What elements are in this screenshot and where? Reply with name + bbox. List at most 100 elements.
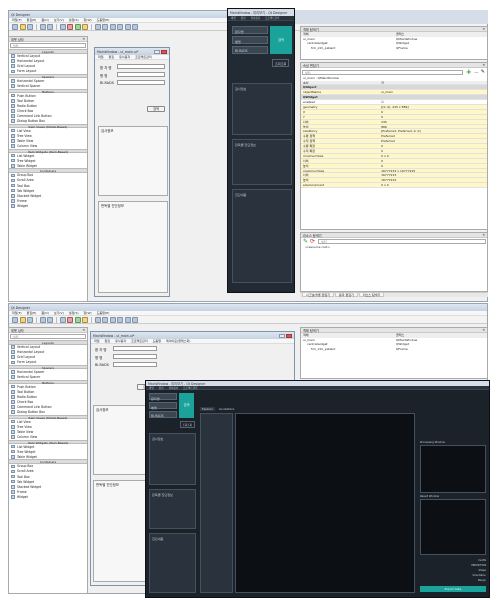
menu-item[interactable]: 레이아웃(클래스화) [166,339,190,343]
preview-window-top[interactable]: MainWindow - 미리보기 - Qt Designer 파일 편집 유사용자… [227,8,295,293]
birads-input[interactable] [113,362,157,367]
lookup-button[interactable]: 조회조회 [272,59,290,67]
tab-annotations[interactable]: Annotations [217,407,237,411]
new-file-icon[interactable] [12,316,18,323]
form-window-top[interactable]: MainWindow - ui_main.ui* 파일 편집 유사용자 프로젝트관리 … [94,47,170,297]
menu-item[interactable]: 편집 [109,55,115,59]
menu-item[interactable]: 편집 [241,16,246,20]
layout-vertical-icon[interactable] [102,23,108,30]
menu-item[interactable]: 유사용자 [119,55,130,59]
close-button[interactable] [286,333,292,338]
widget-filter-input[interactable]: 필터 [10,43,86,48]
menu-item[interactable]: 설정(S) [69,18,79,22]
menu-item[interactable]: 편집(E) [27,311,37,315]
menu-item[interactable]: 설정(S) [69,311,79,315]
menu-item[interactable]: 폼(O) [41,18,48,22]
lookup-button[interactable]: 조회조회 [180,421,195,428]
birads-field[interactable]: BI-RADS [149,411,177,418]
property-filter-input[interactable]: 필터 [302,69,463,75]
layout-form-icon[interactable] [117,316,123,323]
widget-filter-input[interactable]: 필터 [10,334,86,339]
property-value[interactable]: [(0, 0), 245 x 889] [379,105,487,109]
dock-close-icon[interactable]: ✕ [482,328,485,332]
search-button[interactable]: 검색 [270,26,292,54]
property-value[interactable]: 0 x 0 [379,154,487,158]
widget-box-item[interactable]: Widget [9,203,87,208]
menu-item[interactable]: 유사용자 [169,386,179,390]
dock-close-icon[interactable]: ✕ [82,328,85,332]
dock-close-icon[interactable]: ✕ [82,37,85,41]
menu-item[interactable]: 프로젝트관리 [183,386,197,390]
menu-item[interactable]: 유사용자 [115,339,126,343]
property-value[interactable] [379,85,487,89]
menu-item[interactable]: 파일 [231,16,236,20]
search-button[interactable]: 검색 [147,106,165,112]
undo-icon[interactable] [39,23,46,30]
menu-item[interactable]: 프로젝트관리 [265,16,279,20]
menu-item[interactable]: 창(W) [84,311,92,315]
menu-item[interactable]: 편집(E) [27,18,37,22]
new-file-icon[interactable] [12,23,18,30]
menu-item[interactable]: 폼(O) [41,311,48,315]
menu-item[interactable]: 도움말(H) [97,18,110,22]
add-property-icon[interactable]: + [466,68,472,76]
menu-item[interactable]: 파일(F) [12,311,22,315]
file-list-panel[interactable] [200,413,233,593]
preview-window-bottom[interactable]: MainWindow - 미리보기 - Qt Designer 파일 편집 유사용자… [145,380,490,598]
disease-input[interactable] [113,354,157,359]
menu-item[interactable]: 파일(F) [12,18,22,22]
property-value[interactable]: 0 x 0 [379,183,487,187]
birads-field[interactable]: BI-RADS [232,46,268,54]
edit-buddies-icon[interactable] [74,23,81,30]
menu-item[interactable]: 보기(V) [54,311,64,315]
save-icon[interactable] [27,23,33,30]
menu-item[interactable]: 편집 [105,339,111,343]
image-viewer[interactable] [235,413,415,593]
menu-item[interactable]: 프로젝트관리 [135,55,152,59]
break-layout-icon[interactable] [124,23,131,30]
remove-property-icon[interactable]: − [474,69,479,76]
property-value[interactable]: 0 [379,149,487,153]
property-value[interactable]: 0 [379,144,487,148]
resource-filter-input[interactable]: 필터 [318,239,486,244]
patient-name-input[interactable] [117,64,165,69]
save-icon[interactable] [27,316,33,323]
adjust-size-icon[interactable] [132,316,138,323]
property-value[interactable]: 16777215 [379,173,487,177]
object-tree-row[interactable]: frm_info_patient QFrame [301,347,487,352]
menu-item[interactable]: 도움말 [153,339,161,343]
open-folder-icon[interactable] [19,23,26,30]
edit-tab-order-icon[interactable] [82,23,88,30]
disease-input[interactable] [117,72,165,77]
dock-close-icon[interactable]: ✕ [482,27,485,31]
layout-form-icon[interactable] [117,23,123,30]
dock-tab[interactable]: 시그널/슬롯 편집기 [302,293,335,297]
edit-signals-icon[interactable] [67,23,73,30]
minimize-button[interactable] [154,49,160,54]
patient-name-field[interactable]: 환자명 [232,26,268,34]
disease-field[interactable]: 병명 [149,402,177,410]
search-button[interactable]: 검색 [179,393,194,418]
property-value[interactable]: 16777215 x 16777215 [379,169,487,173]
edit-resources-icon[interactable]: ✎ [303,238,308,245]
menu-item[interactable]: 편집 [159,386,164,390]
edit-buddies-icon[interactable] [74,316,81,323]
widget-box-item[interactable]: Widget [9,494,87,499]
layout-horizontal-icon[interactable] [94,316,101,323]
edit-signals-icon[interactable] [67,316,73,323]
property-value[interactable]: 889 [379,125,487,129]
patient-name-field[interactable]: 환자명 [149,393,177,401]
reload-icon[interactable]: ⟳ [310,238,315,245]
property-value[interactable]: 16777215 [379,178,487,182]
property-value[interactable] [379,95,487,99]
edit-tab-order-icon[interactable] [82,316,88,323]
layout-vertical-icon[interactable] [102,316,108,323]
property-row[interactable]: sizeIncrement 0 x 0 [301,183,487,189]
menu-item[interactable]: 보기(V) [54,18,64,22]
patient-name-input[interactable] [113,346,157,351]
undo-icon[interactable] [39,316,46,323]
open-folder-icon[interactable] [19,316,26,323]
property-value[interactable]: 0 [379,159,487,163]
dock-tab[interactable]: 동작 편집기 [335,293,358,297]
break-layout-icon[interactable] [124,316,131,323]
